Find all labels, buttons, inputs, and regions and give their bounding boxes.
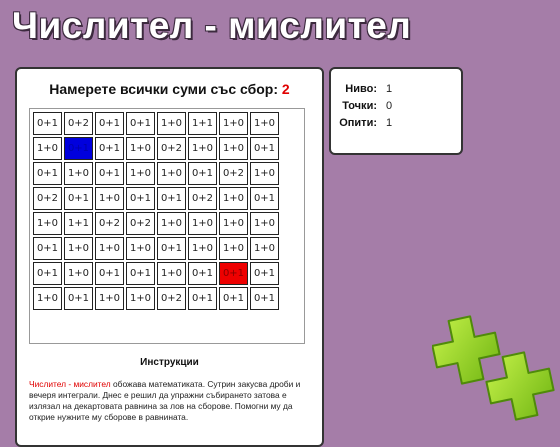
double-plus-icon [432,315,555,421]
board-cell[interactable]: 0+1 [95,137,124,160]
points-label: Точки: [342,100,377,112]
board-cell[interactable]: 1+0 [126,162,155,185]
board-row: 1+0 0+1 0+1 1+0 0+2 1+0 1+0 0+1 [33,137,279,160]
board-cell[interactable]: 0+1 [157,187,186,210]
board-cell[interactable]: 0+1 [250,137,279,160]
board-cell[interactable]: 1+0 [64,262,93,285]
board-cell[interactable]: 0+1 [219,287,248,310]
board-row: 0+1 0+2 0+1 0+1 1+0 1+1 1+0 1+0 [33,112,279,135]
board-cell[interactable]: 0+1 [95,162,124,185]
board-cell[interactable]: 0+1 [250,187,279,210]
goal-label: Намерете всички суми със сбор: [49,81,279,97]
board-cell[interactable]: 1+0 [188,237,217,260]
board-cell[interactable]: 0+1 [250,262,279,285]
board-cell[interactable]: 0+2 [95,212,124,235]
board-cell[interactable]: 1+0 [95,237,124,260]
board-cell[interactable]: 0+2 [219,162,248,185]
stat-attempts: Опити: 1 [331,117,461,132]
board-cell[interactable]: 1+0 [33,287,62,310]
game-panel: Намерете всички суми със сбор: 2 0+1 0+2 0… [15,67,324,447]
level-value: 1 [386,83,393,95]
board-cell[interactable]: 0+1 [188,262,217,285]
board-cell[interactable]: 0+1 [33,262,62,285]
instructions-title: Инструкции [140,357,199,368]
board-cell[interactable]: 0+2 [188,187,217,210]
board-cell[interactable]: 0+1 [64,187,93,210]
board: 0+1 0+2 0+1 0+1 1+0 1+1 1+0 1+0 1+0 0+1 0+1 1+0 0+2 1… [29,108,305,344]
board-cell[interactable]: 1+0 [188,212,217,235]
board-cell[interactable]: 1+0 [219,112,248,135]
board-grid: 0+1 0+2 0+1 0+1 1+0 1+1 1+0 1+0 1+0 0+1 0+1 1+0 0+2 1… [31,110,281,312]
board-cell[interactable]: 1+0 [33,212,62,235]
board-cell[interactable]: 1+0 [250,112,279,135]
board-cell[interactable]: 0+2 [126,212,155,235]
app-title: Числител - мислител [12,5,412,46]
board-cell[interactable]: 1+0 [157,262,186,285]
board-cell[interactable]: 1+0 [126,237,155,260]
points-value: 0 [386,100,393,112]
stat-points: Точки: 0 [331,100,461,115]
board-cell[interactable]: 1+0 [188,137,217,160]
board-cell[interactable]: 0+1 [33,112,62,135]
board-cell[interactable]: 0+1 [126,262,155,285]
board-cell[interactable]: 1+1 [64,212,93,235]
board-cell[interactable]: 1+0 [33,137,62,160]
board-cell[interactable]: 1+0 [250,212,279,235]
board-cell[interactable]: 0+2 [64,112,93,135]
board-cell-selected[interactable]: 0+1 [64,137,93,160]
board-cell[interactable]: 0+2 [157,137,186,160]
board-cell[interactable]: 1+0 [157,112,186,135]
board-cell[interactable]: 0+1 [64,287,93,310]
board-cell-selected[interactable]: 0+1 [219,262,248,285]
stat-level: Ниво: 1 [331,83,461,98]
board-cell[interactable]: 0+1 [126,187,155,210]
stats-panel: Ниво: 1 Точки: 0 Опити: 1 [329,67,463,155]
board-cell[interactable]: 1+0 [219,212,248,235]
board-row: 0+1 1+0 1+0 1+0 0+1 1+0 1+0 1+0 [33,237,279,260]
board-cell[interactable]: 1+0 [126,287,155,310]
board-cell[interactable]: 1+1 [188,112,217,135]
level-label: Ниво: [345,83,377,95]
board-cell[interactable]: 0+1 [250,287,279,310]
board-cell[interactable]: 1+0 [157,212,186,235]
board-cell[interactable]: 1+0 [64,237,93,260]
board-row: 0+1 1+0 0+1 1+0 1+0 0+1 0+2 1+0 [33,162,279,185]
board-cell[interactable]: 1+0 [95,187,124,210]
board-cell[interactable]: 1+0 [219,237,248,260]
board-cell[interactable]: 0+1 [33,237,62,260]
board-cell[interactable]: 0+1 [126,112,155,135]
instructions-text: Числител - мислител обожава математиката… [29,379,314,423]
board-cell[interactable]: 0+2 [157,287,186,310]
board-cell[interactable]: 1+0 [64,162,93,185]
board-row: 1+0 1+1 0+2 0+2 1+0 1+0 1+0 1+0 [33,212,279,235]
instructions-highlight: Числител - мислител [29,379,111,389]
goal-target-value: 2 [281,81,290,97]
board-cell[interactable]: 1+0 [95,287,124,310]
attempts-value: 1 [386,117,393,129]
board-cell[interactable]: 1+0 [126,137,155,160]
board-cell[interactable]: 1+0 [219,187,248,210]
board-cell[interactable]: 0+1 [157,237,186,260]
board-cell[interactable]: 0+1 [33,162,62,185]
board-cell[interactable]: 0+1 [188,287,217,310]
board-cell[interactable]: 0+2 [33,187,62,210]
board-cell[interactable]: 1+0 [157,162,186,185]
board-row: 1+0 0+1 1+0 1+0 0+2 0+1 0+1 0+1 [33,287,279,310]
board-cell[interactable]: 1+0 [250,237,279,260]
attempts-label: Опити: [339,117,377,129]
goal-heading: Намерете всички суми със сбор: 2 [17,81,322,97]
board-row: 0+1 1+0 0+1 0+1 1+0 0+1 0+1 0+1 [33,262,279,285]
board-cell[interactable]: 0+1 [95,112,124,135]
board-cell[interactable]: 0+1 [95,262,124,285]
board-row: 0+2 0+1 1+0 0+1 0+1 0+2 1+0 0+1 [33,187,279,210]
board-cell[interactable]: 1+0 [219,137,248,160]
board-cell[interactable]: 0+1 [188,162,217,185]
board-cell[interactable]: 1+0 [250,162,279,185]
